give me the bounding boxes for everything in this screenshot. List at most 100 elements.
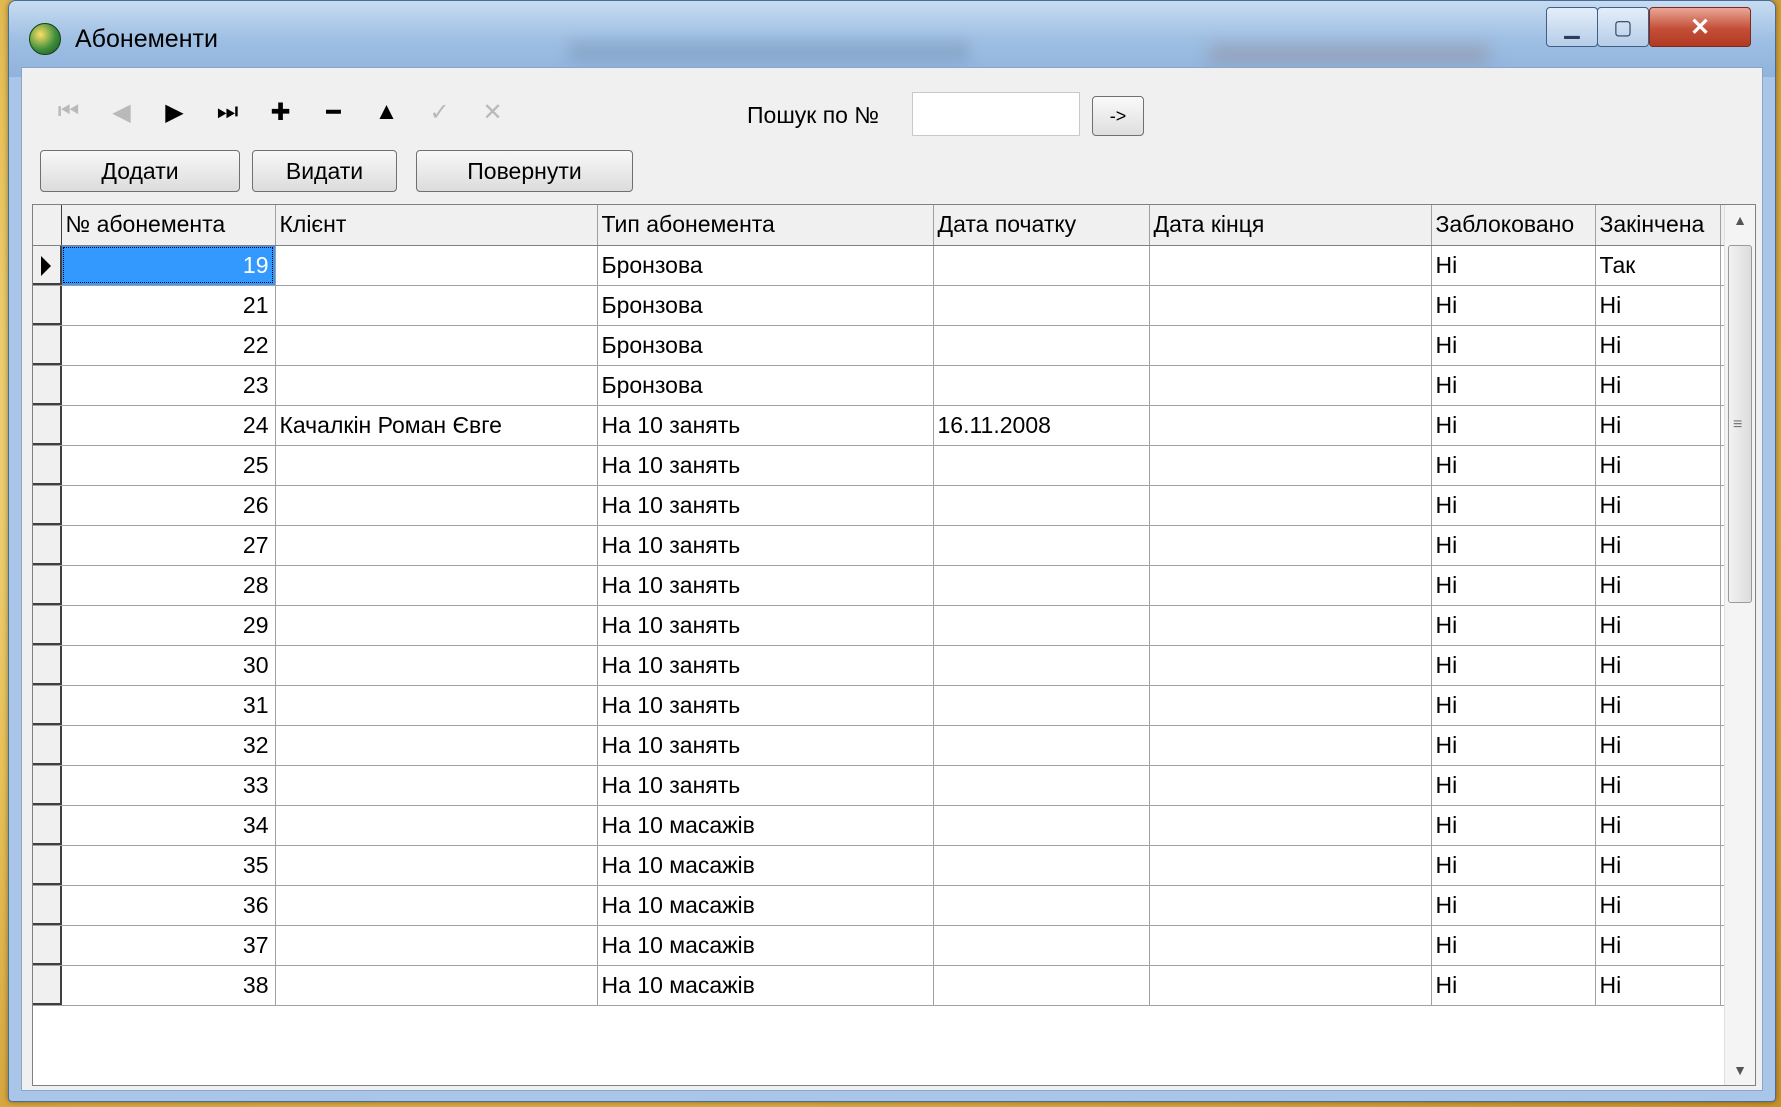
- table-cell[interactable]: На 10 занять: [597, 645, 934, 686]
- table-cell[interactable]: Ні: [1431, 525, 1596, 566]
- table-cell[interactable]: 29: [61, 605, 276, 646]
- table-cell[interactable]: [933, 765, 1150, 806]
- table-row[interactable]: 32 На 10 занять Ні Ні: [33, 725, 1730, 766]
- table-cell[interactable]: На 10 масажів: [597, 925, 934, 966]
- table-cell[interactable]: [1149, 845, 1432, 886]
- row-indicator[interactable]: [33, 245, 62, 286]
- table-cell[interactable]: На 10 занять: [597, 725, 934, 766]
- table-cell[interactable]: 16.11.2008: [933, 405, 1150, 446]
- table-cell[interactable]: [933, 845, 1150, 886]
- table-cell[interactable]: На 10 занять: [597, 525, 934, 566]
- table-cell[interactable]: [1149, 485, 1432, 526]
- table-row[interactable]: 19 Бронзова Ні Так: [33, 245, 1730, 286]
- table-cell[interactable]: [1149, 445, 1432, 486]
- table-row[interactable]: 21 Бронзова Ні Ні: [33, 285, 1730, 326]
- minimize-button[interactable]: ▁: [1546, 7, 1598, 47]
- column-header[interactable]: Закінчена: [1595, 205, 1721, 246]
- table-cell[interactable]: [933, 605, 1150, 646]
- table-cell[interactable]: [275, 565, 598, 606]
- table-cell[interactable]: На 10 масажів: [597, 885, 934, 926]
- table-cell[interactable]: [1149, 245, 1432, 286]
- table-cell[interactable]: Ні: [1595, 965, 1721, 1006]
- table-cell[interactable]: Качалкін Роман Євге: [275, 405, 598, 446]
- table-cell[interactable]: 31: [61, 685, 276, 726]
- row-indicator[interactable]: [33, 605, 62, 646]
- table-cell[interactable]: 22: [61, 325, 276, 366]
- row-indicator[interactable]: [33, 925, 62, 966]
- table-cell[interactable]: [1149, 765, 1432, 806]
- table-cell[interactable]: Ні: [1595, 885, 1721, 926]
- table-cell[interactable]: Ні: [1595, 525, 1721, 566]
- table-cell[interactable]: 36: [61, 885, 276, 926]
- table-cell[interactable]: 35: [61, 845, 276, 886]
- table-cell[interactable]: Ні: [1595, 365, 1721, 406]
- table-cell[interactable]: Ні: [1431, 845, 1596, 886]
- table-cell[interactable]: Так: [1595, 245, 1721, 286]
- table-cell[interactable]: На 10 занять: [597, 485, 934, 526]
- table-cell[interactable]: [275, 445, 598, 486]
- search-go-button[interactable]: ->: [1092, 96, 1144, 136]
- table-cell[interactable]: [275, 885, 598, 926]
- table-cell[interactable]: [933, 485, 1150, 526]
- scroll-thumb[interactable]: ≡: [1728, 245, 1752, 603]
- table-cell[interactable]: Ні: [1431, 325, 1596, 366]
- table-cell[interactable]: [275, 725, 598, 766]
- table-row[interactable]: 23 Бронзова Ні Ні: [33, 365, 1730, 406]
- row-indicator[interactable]: [33, 765, 62, 806]
- table-row[interactable]: 29 На 10 занять Ні Ні: [33, 605, 1730, 646]
- column-header[interactable]: Клієнт: [275, 205, 598, 246]
- table-cell[interactable]: Ні: [1431, 805, 1596, 846]
- table-cell[interactable]: Ні: [1431, 285, 1596, 326]
- table-cell[interactable]: [933, 925, 1150, 966]
- table-cell[interactable]: Ні: [1595, 325, 1721, 366]
- table-cell[interactable]: [1149, 885, 1432, 926]
- table-cell[interactable]: Ні: [1595, 805, 1721, 846]
- table-cell[interactable]: Ні: [1431, 685, 1596, 726]
- table-cell[interactable]: Ні: [1431, 645, 1596, 686]
- table-row[interactable]: 22 Бронзова Ні Ні: [33, 325, 1730, 366]
- table-cell[interactable]: На 10 занять: [597, 565, 934, 606]
- table-cell[interactable]: [1149, 525, 1432, 566]
- row-indicator[interactable]: [33, 285, 62, 326]
- row-indicator[interactable]: [33, 365, 62, 406]
- table-cell[interactable]: Ні: [1595, 845, 1721, 886]
- row-indicator[interactable]: [33, 805, 62, 846]
- table-cell[interactable]: [933, 565, 1150, 606]
- delete-record-button[interactable]: ━: [307, 90, 360, 134]
- table-cell[interactable]: [933, 885, 1150, 926]
- table-cell[interactable]: [275, 645, 598, 686]
- prior-record-button[interactable]: ◀: [95, 90, 148, 134]
- table-cell[interactable]: Ні: [1595, 565, 1721, 606]
- table-cell[interactable]: [933, 645, 1150, 686]
- table-cell[interactable]: Ні: [1595, 405, 1721, 446]
- table-row[interactable]: 33 На 10 занять Ні Ні: [33, 765, 1730, 806]
- table-cell[interactable]: На 10 занять: [597, 445, 934, 486]
- table-row[interactable]: 28 На 10 занять Ні Ні: [33, 565, 1730, 606]
- table-cell[interactable]: [933, 965, 1150, 1006]
- table-cell[interactable]: [933, 685, 1150, 726]
- return-button[interactable]: Повернути: [416, 150, 633, 192]
- table-cell[interactable]: 33: [61, 765, 276, 806]
- table-cell[interactable]: 37: [61, 925, 276, 966]
- subscriptions-grid[interactable]: № абонемента Клієнт Тип абонемента Дата поч…: [32, 204, 1756, 1086]
- row-indicator[interactable]: [33, 685, 62, 726]
- table-cell[interactable]: [275, 805, 598, 846]
- table-cell[interactable]: [275, 525, 598, 566]
- column-header[interactable]: Дата кінця: [1149, 205, 1432, 246]
- table-cell[interactable]: Бронзова: [597, 245, 934, 286]
- first-record-button[interactable]: ⏮: [42, 90, 95, 134]
- table-cell[interactable]: Ні: [1431, 925, 1596, 966]
- table-cell[interactable]: На 10 занять: [597, 765, 934, 806]
- table-cell[interactable]: [275, 965, 598, 1006]
- table-cell[interactable]: Ні: [1595, 605, 1721, 646]
- table-row[interactable]: 38 На 10 масажів Ні Ні: [33, 965, 1730, 1006]
- scroll-up-icon[interactable]: ▲: [1725, 205, 1755, 235]
- table-cell[interactable]: [275, 605, 598, 646]
- table-cell[interactable]: 19: [61, 245, 276, 286]
- table-cell[interactable]: 23: [61, 365, 276, 406]
- table-cell[interactable]: 38: [61, 965, 276, 1006]
- column-header[interactable]: Заблоковано: [1431, 205, 1596, 246]
- table-cell[interactable]: Ні: [1595, 445, 1721, 486]
- table-cell[interactable]: 24: [61, 405, 276, 446]
- table-row[interactable]: 27 На 10 занять Ні Ні: [33, 525, 1730, 566]
